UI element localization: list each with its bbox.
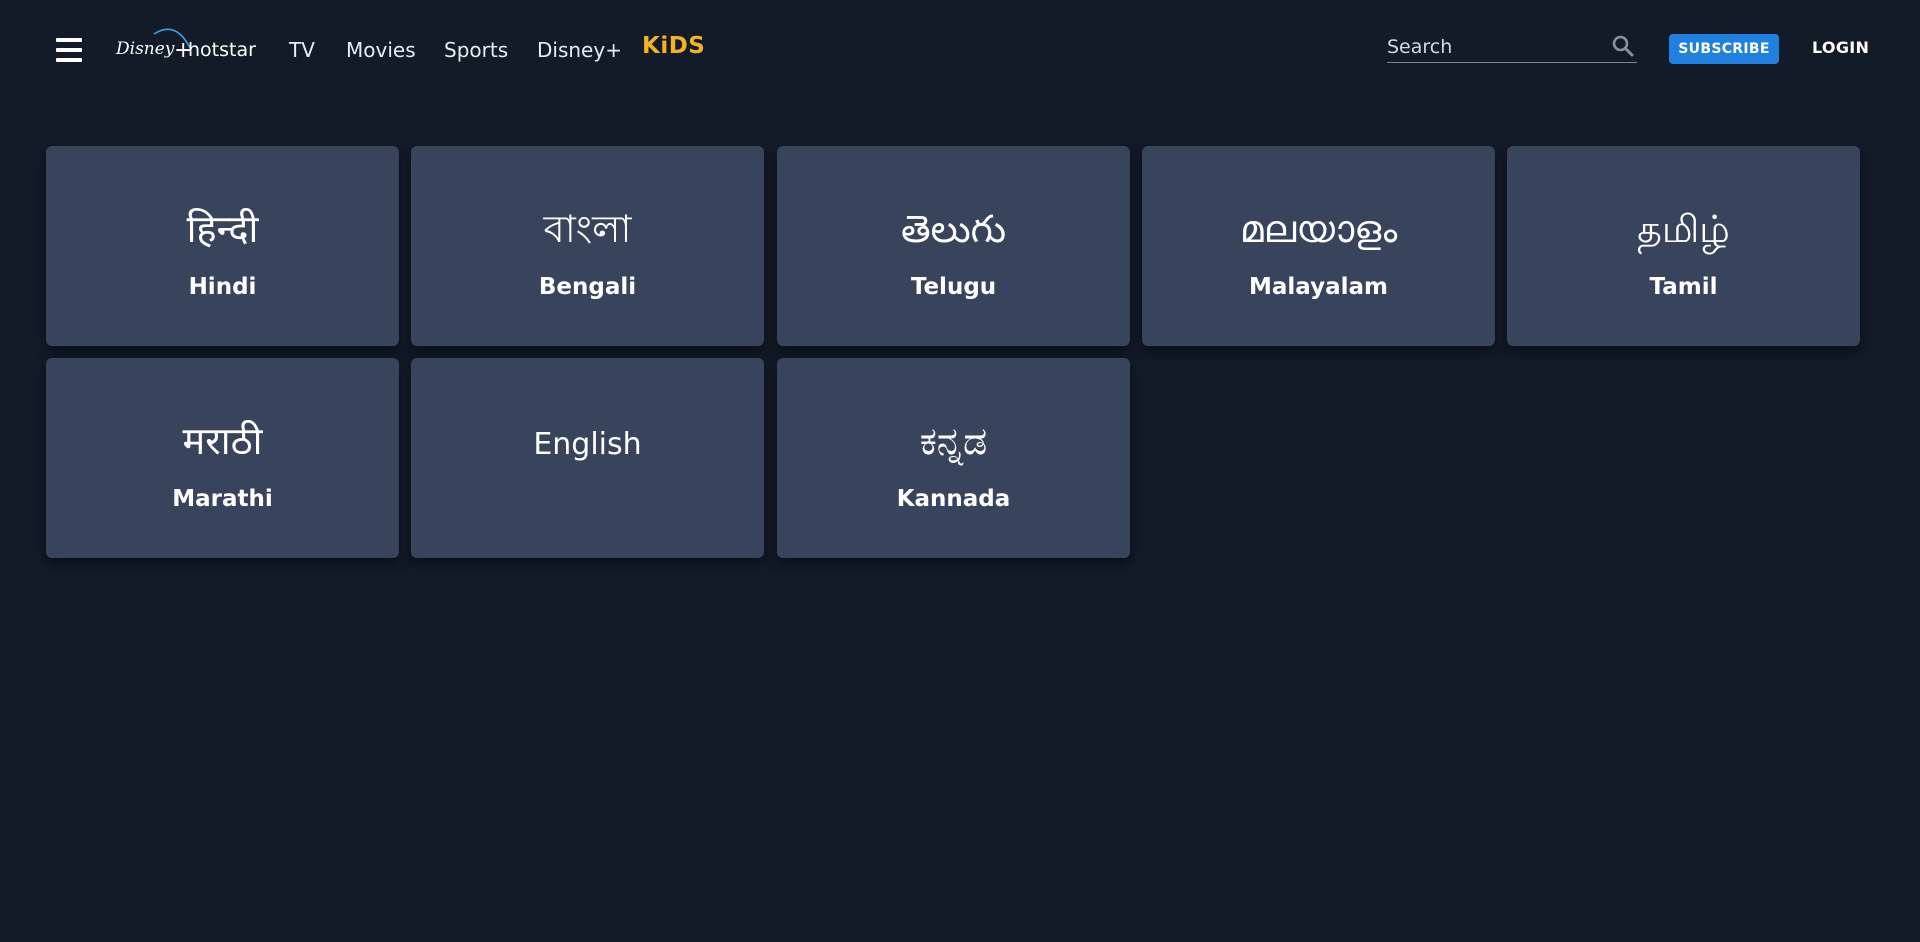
language-native-name: English [533, 427, 642, 462]
disney-hotstar-logo[interactable]: Disney + hotstar [114, 22, 258, 70]
language-native-name: ಕನ್ನಡ [919, 419, 988, 463]
language-card-tamil[interactable]: தமிழ் Tamil [1507, 146, 1860, 346]
language-native-name: हिन्दी [186, 207, 259, 251]
language-card-telugu[interactable]: తెలుగు Telugu [777, 146, 1130, 346]
language-native-name: বাংলা [543, 207, 632, 251]
svg-text:Disney: Disney [115, 39, 175, 59]
search-input[interactable] [1387, 34, 1607, 60]
language-card-marathi[interactable]: मराठी Marathi [46, 358, 399, 558]
language-label: Telugu [910, 274, 997, 300]
hamburger-menu-icon[interactable] [56, 38, 82, 62]
language-card-hindi[interactable]: हिन्दी Hindi [46, 146, 399, 346]
language-label: Hindi [188, 274, 257, 300]
language-native-name: മലയാളം [1239, 207, 1398, 251]
language-native-name: मराठी [182, 419, 263, 463]
language-native-name: தமிழ் [1637, 207, 1730, 251]
nav-disney-plus[interactable]: Disney+ [537, 37, 622, 63]
search-bar [1387, 34, 1637, 63]
language-label: Bengali [538, 274, 637, 300]
login-button[interactable]: LOGIN [1812, 38, 1869, 57]
search-icon[interactable] [1611, 34, 1635, 58]
nav-movies[interactable]: Movies [346, 37, 416, 63]
language-label: Malayalam [1249, 274, 1388, 300]
nav-sports[interactable]: Sports [444, 37, 508, 63]
language-label: Tamil [1649, 274, 1718, 300]
language-card-malayalam[interactable]: മലയാളം Malayalam [1142, 146, 1495, 346]
language-label: Kannada [896, 486, 1011, 512]
language-card-english[interactable]: English [411, 358, 764, 558]
language-card-kannada[interactable]: ಕನ್ನಡ Kannada [777, 358, 1130, 558]
language-native-name: తెలుగు [901, 207, 1006, 251]
language-label: Marathi [172, 486, 273, 512]
language-card-bengali[interactable]: বাংলা Bengali [411, 146, 764, 346]
subscribe-button[interactable]: SUBSCRIBE [1669, 34, 1779, 64]
nav-tv[interactable]: TV [289, 37, 315, 63]
top-navigation-bar: Disney + hotstar TV Movies Sports Disney… [0, 0, 1920, 100]
svg-text:hotstar: hotstar [188, 39, 256, 61]
nav-kids[interactable]: KiDS [642, 33, 705, 59]
